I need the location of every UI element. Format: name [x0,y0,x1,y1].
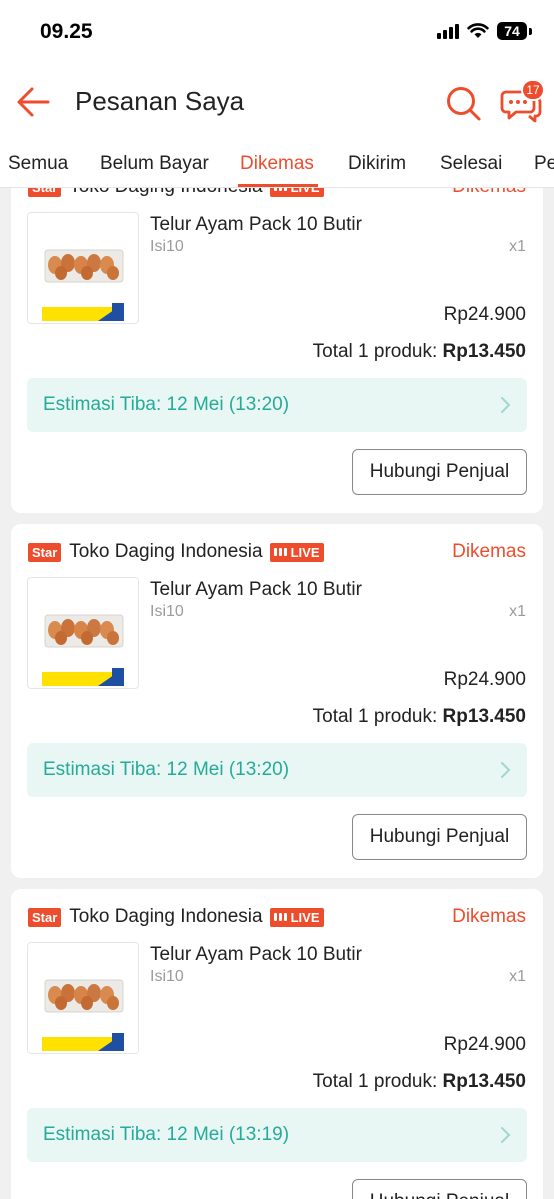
shop-row[interactable]: Star Toko Daging Indonesia LIVE [28,541,324,563]
page-title: Pesanan Saya [75,86,245,116]
order-card: Star Toko Daging Indonesia LIVE Dikemas [11,889,543,1199]
back-arrow-icon[interactable] [14,84,52,120]
delivery-estimate[interactable]: Estimasi Tiba: 12 Mei (13:20) [27,378,527,432]
battery-icon: 74 [497,22,527,40]
delivery-estimate[interactable]: Estimasi Tiba: 12 Mei (13:19) [27,1108,527,1162]
header: Pesanan Saya [0,64,554,140]
product-name[interactable]: Telur Ayam Pack 10 Butir [150,944,362,966]
product-name[interactable]: Telur Ayam Pack 10 Butir [150,579,362,601]
eta-text: Estimasi Tiba: 12 Mei (13:20) [43,394,290,415]
contact-seller-button[interactable]: Hubungi Penjual [352,814,527,860]
product-thumbnail[interactable] [27,577,139,689]
live-label: LIVE [290,544,320,560]
chevron-right-icon [501,762,511,778]
shop-name[interactable]: Toko Daging Indonesia [69,541,262,563]
contact-seller-button[interactable]: Hubungi Penjual [352,449,527,495]
live-bars-icon [273,913,287,921]
total-label: Total 1 produk: [312,341,438,362]
order-status: Dikemas [452,906,526,927]
egg-pack-image [42,249,124,321]
tab-semua[interactable]: Semua [8,153,68,175]
tab-dikemas[interactable]: Dikemas [240,153,314,175]
live-badge: LIVE [269,542,324,562]
battery-tip [529,27,532,35]
order-status: Dikemas [452,541,526,562]
shop-row[interactable]: Star Toko Daging Indonesia LIVE [28,906,324,928]
contact-seller-button[interactable]: Hubungi Penjual [352,1179,527,1199]
total-value: Rp13.450 [442,341,526,362]
search-icon[interactable] [444,84,482,122]
live-badge: LIVE [269,907,324,927]
status-icons: 74 [437,22,532,40]
product-thumbnail[interactable] [27,212,139,324]
total-value: Rp13.450 [442,706,526,727]
star-badge: Star [28,542,62,562]
eta-text: Estimasi Tiba: 12 Mei (13:19) [43,1124,290,1145]
product-quantity: x1 [509,603,526,620]
product-name[interactable]: Telur Ayam Pack 10 Butir [150,214,362,236]
delivery-estimate[interactable]: Estimasi Tiba: 12 Mei (13:20) [27,743,527,797]
product-variant: Isi10 [150,968,184,985]
order-total: Total 1 produk: Rp13.450 [313,706,526,728]
tab-partial[interactable]: Pe [534,153,554,175]
chat-badge: 17 [521,79,545,101]
active-tab-indicator [238,184,318,187]
product-price: Rp24.900 [443,304,526,325]
status-bar: 09.25 74 [0,0,554,64]
chevron-right-icon [501,397,511,413]
product-variant: Isi10 [150,238,184,255]
star-badge: Star [28,907,62,927]
product-thumbnail[interactable] [27,942,139,1054]
tab-dikirim[interactable]: Dikirim [348,153,406,175]
order-total: Total 1 produk: Rp13.450 [313,341,526,363]
order-tabs: Semua Belum Bayar Dikemas Dikirim Selesa… [0,140,554,188]
order-card: Star Toko Daging Indonesia LIVE Dikemas [11,159,543,513]
product-quantity: x1 [509,968,526,985]
live-label: LIVE [290,909,320,925]
eta-text: Estimasi Tiba: 12 Mei (13:20) [43,759,290,780]
tab-selesai[interactable]: Selesai [440,153,502,175]
product-quantity: x1 [509,238,526,255]
order-total: Total 1 produk: Rp13.450 [313,1071,526,1093]
status-time: 09.25 [40,20,93,43]
order-card: Star Toko Daging Indonesia LIVE Dikemas [11,524,543,878]
signal-icon [437,23,459,39]
product-variant: Isi10 [150,603,184,620]
shop-name[interactable]: Toko Daging Indonesia [69,906,262,928]
live-bars-icon [273,548,287,556]
total-label: Total 1 produk: [312,706,438,727]
total-label: Total 1 produk: [312,1071,438,1092]
tab-belum-bayar[interactable]: Belum Bayar [100,153,209,175]
egg-pack-image [42,614,124,686]
total-value: Rp13.450 [442,1071,526,1092]
egg-pack-image [42,979,124,1051]
product-price: Rp24.900 [443,1034,526,1055]
product-price: Rp24.900 [443,669,526,690]
wifi-icon [467,23,489,38]
chevron-right-icon [501,1127,511,1143]
